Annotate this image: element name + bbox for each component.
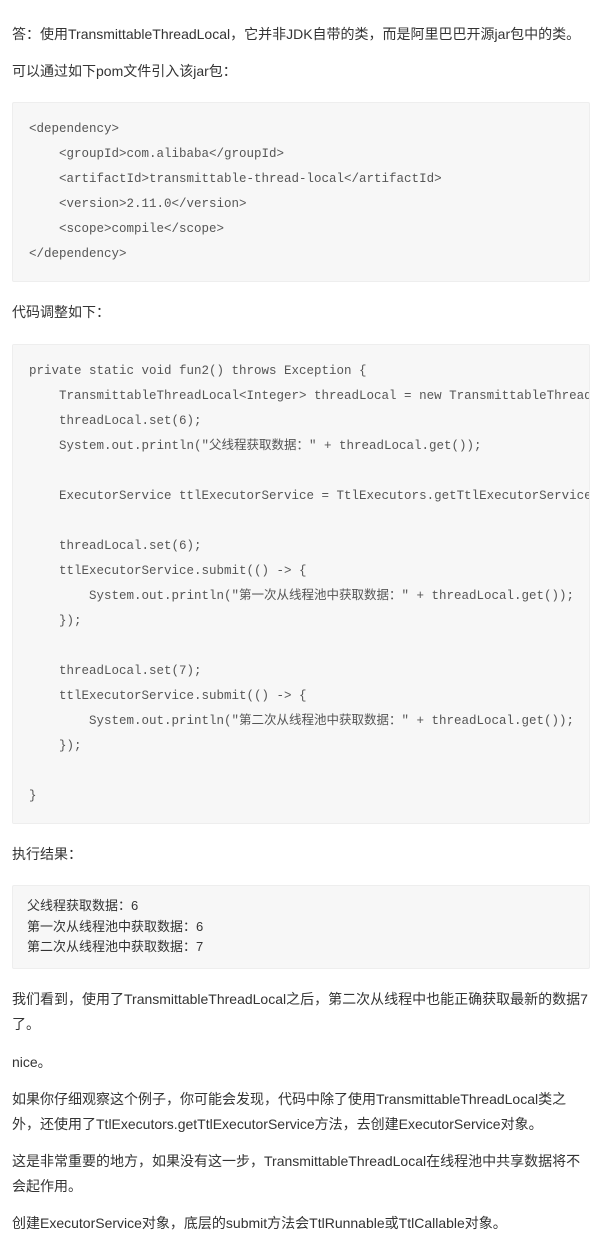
paragraph-executor: 创建ExecutorService对象，底层的submit方法会TtlRunna… xyxy=(12,1211,590,1236)
paragraph-code-adjust: 代码调整如下： xyxy=(12,300,590,325)
paragraph-observation: 我们看到，使用了TransmittableThreadLocal之后，第二次从线… xyxy=(12,987,590,1037)
paragraph-result-label: 执行结果： xyxy=(12,842,590,867)
code-block-dependency: <dependency> <groupId>com.alibaba</group… xyxy=(12,102,590,282)
result-block: 父线程获取数据：6 第一次从线程池中获取数据：6 第二次从线程池中获取数据：7 xyxy=(12,885,590,969)
paragraph-important: 这是非常重要的地方，如果没有这一步，TransmittableThreadLoc… xyxy=(12,1149,590,1199)
code-block-java[interactable]: private static void fun2() throws Except… xyxy=(12,344,590,824)
paragraph-nice: nice。 xyxy=(12,1050,590,1075)
paragraph-pom-intro: 可以通过如下pom文件引入该jar包： xyxy=(12,59,590,84)
paragraph-answer: 答：使用TransmittableThreadLocal，它并非JDK自带的类，… xyxy=(12,22,590,47)
code-content: private static void fun2() throws Except… xyxy=(29,359,590,809)
paragraph-detail: 如果你仔细观察这个例子，你可能会发现，代码中除了使用TransmittableT… xyxy=(12,1087,590,1137)
